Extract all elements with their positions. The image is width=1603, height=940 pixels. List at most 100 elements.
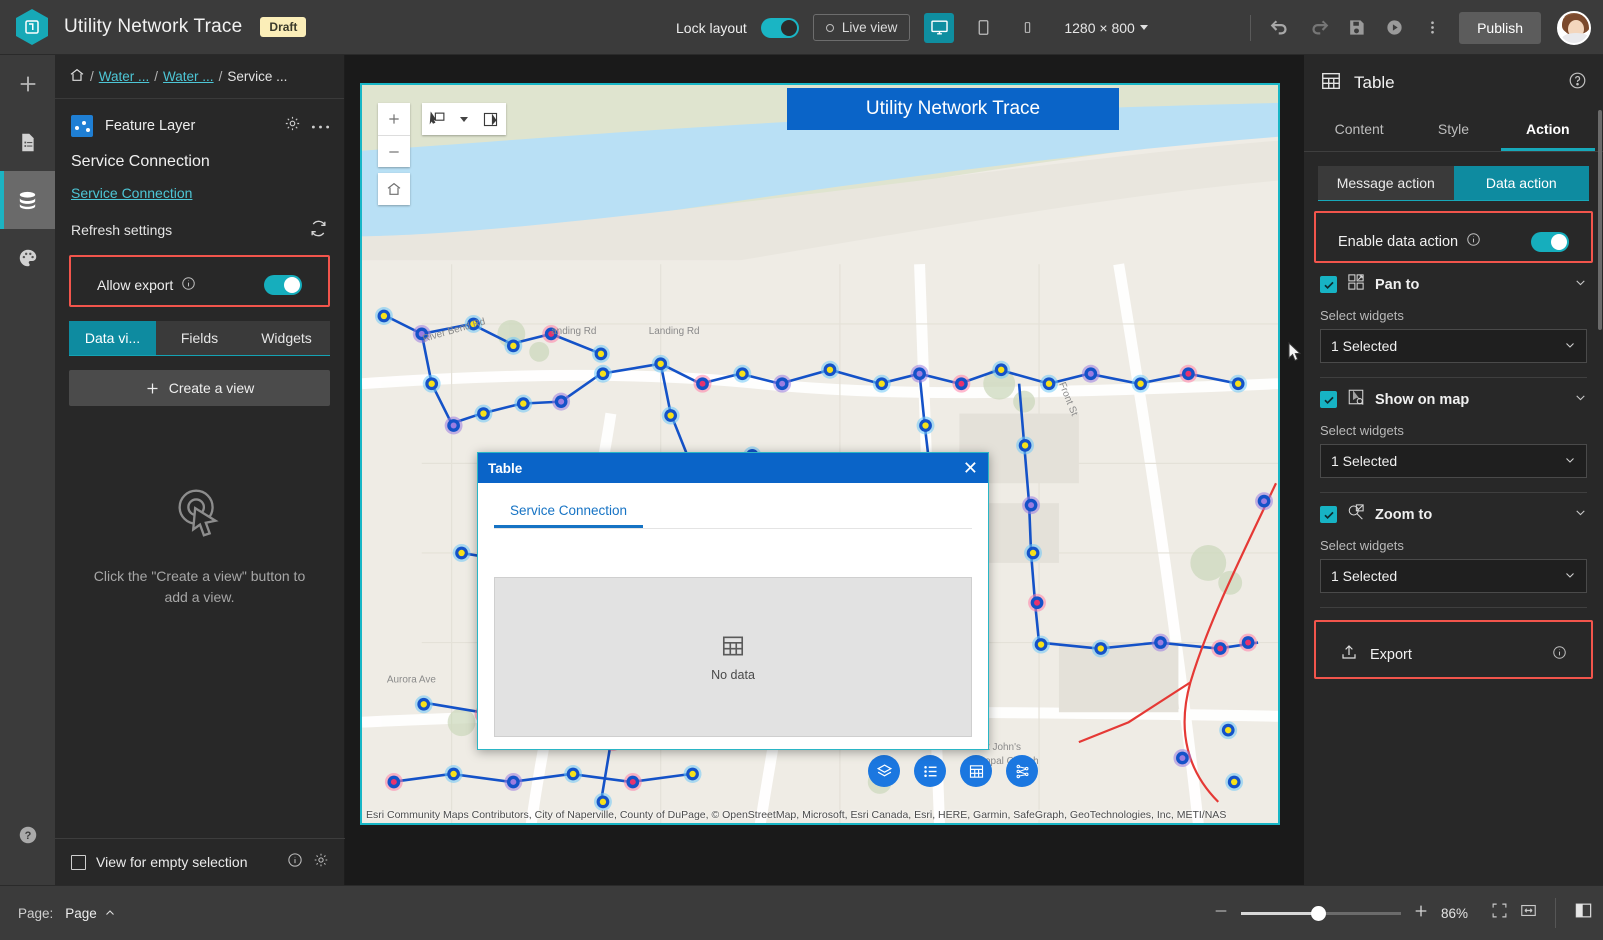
breadcrumb-item-1[interactable]: Water ... (163, 69, 214, 84)
gear-icon[interactable] (284, 115, 301, 137)
resolution-select[interactable]: 1280 × 800 (1064, 20, 1147, 36)
data-rail-item[interactable] (0, 171, 55, 229)
info-icon[interactable] (1552, 645, 1567, 665)
table-icon (1320, 70, 1342, 97)
show-on-map-label: Show on map (1375, 392, 1469, 408)
map-trace-button[interactable] (1006, 755, 1038, 787)
chevron-down-icon[interactable] (1574, 506, 1587, 524)
pan-to-checkbox[interactable] (1320, 276, 1337, 293)
map-home-button[interactable] (378, 173, 410, 205)
export-action-label: Export (1370, 647, 1540, 663)
mobile-view-button[interactable] (1012, 13, 1042, 43)
export-action-button[interactable]: Export (1328, 632, 1579, 677)
fit-width-icon[interactable] (1520, 902, 1537, 924)
table-tab-service-connection[interactable]: Service Connection (494, 495, 643, 528)
select-polygon-icon[interactable] (475, 103, 506, 135)
preview-button[interactable] (1377, 11, 1411, 45)
table-dialog: Table ✕ Service Connection No data (477, 452, 989, 750)
tab-widgets[interactable]: Widgets (243, 321, 330, 355)
pan-to-widgets-select[interactable]: 1 Selected (1320, 329, 1587, 363)
enable-data-action-toggle[interactable] (1531, 232, 1569, 252)
show-on-map-widgets-value: 1 Selected (1331, 453, 1564, 469)
info-icon[interactable] (181, 276, 196, 294)
publish-button[interactable]: Publish (1459, 12, 1541, 44)
zoom-out-button[interactable] (1213, 903, 1229, 924)
zoom-to-checkbox[interactable] (1320, 506, 1337, 523)
segment-message-action[interactable]: Message action (1318, 166, 1454, 200)
show-on-map-widgets-select[interactable]: 1 Selected (1320, 444, 1587, 478)
tablet-view-button[interactable] (968, 13, 998, 43)
enable-data-action-label: Enable data action (1338, 234, 1458, 250)
breadcrumb-item-0[interactable]: Water ... (99, 69, 150, 84)
zoom-slider[interactable] (1241, 912, 1401, 915)
save-button[interactable] (1339, 11, 1373, 45)
avatar[interactable] (1557, 11, 1591, 45)
table-no-data-area: No data (494, 577, 972, 737)
table-dialog-body: Service Connection No data (478, 483, 988, 749)
tab-data-view[interactable]: Data vi... (69, 321, 156, 355)
svg-text:anding Rd: anding Rd (551, 326, 596, 337)
lock-layout-toggle[interactable] (761, 18, 799, 38)
zoom-to-widgets-select[interactable]: 1 Selected (1320, 559, 1587, 593)
right-panel-scrollbar[interactable] (1597, 110, 1603, 940)
layer-link[interactable]: Service Connection (71, 185, 192, 201)
zoom-in-button[interactable] (1413, 903, 1429, 924)
desktop-view-button[interactable] (924, 13, 954, 43)
page-rail-item[interactable] (0, 113, 55, 171)
chevron-down-icon[interactable] (1574, 391, 1587, 409)
help-circle-icon[interactable] (1568, 71, 1587, 95)
bottom-status-bar: Page: Page 86% (0, 885, 1603, 940)
map-zoom-out-button[interactable] (378, 135, 410, 167)
bottom-bar-right-group: 86% (1213, 898, 1603, 928)
info-icon[interactable] (1466, 232, 1481, 252)
map-layers-button[interactable] (868, 755, 900, 787)
allow-export-highlight: Allow export (69, 255, 330, 307)
bottom-bar-divider (1555, 898, 1556, 928)
zoom-to-select-label: Select widgets (1320, 538, 1587, 553)
page-selector[interactable]: Page (65, 906, 116, 921)
zoom-level-value: 86% (1441, 906, 1479, 921)
table-dialog-header: Table ✕ (478, 453, 988, 483)
table-icon (720, 633, 746, 659)
left-icon-rail: ? (0, 55, 55, 885)
fit-screen-icon[interactable] (1491, 902, 1508, 924)
undo-button[interactable] (1263, 11, 1297, 45)
home-icon[interactable] (69, 67, 85, 86)
map-table-button[interactable] (960, 755, 992, 787)
redo-button[interactable] (1301, 11, 1335, 45)
refresh-icon[interactable] (309, 219, 328, 241)
pan-to-label: Pan to (1375, 277, 1419, 293)
chevron-down-icon[interactable] (1574, 276, 1587, 294)
more-horizontal-icon[interactable] (311, 117, 330, 135)
info-icon[interactable] (287, 852, 303, 873)
map-widget[interactable]: River Bend Rd Landing Rd anding Rd Auror… (360, 83, 1280, 825)
gear-icon[interactable] (313, 852, 329, 873)
tab-style[interactable]: Style (1406, 111, 1500, 151)
map-zoom-in-button[interactable] (378, 103, 410, 135)
map-zoom-controls (378, 103, 410, 167)
live-view-button[interactable]: Live view (813, 14, 911, 41)
right-settings-panel: Table Content Style Action Message actio… (1303, 55, 1603, 885)
tab-action[interactable]: Action (1501, 111, 1595, 151)
tab-content[interactable]: Content (1312, 111, 1406, 151)
segment-data-action[interactable]: Data action (1454, 166, 1590, 200)
select-rect-icon[interactable] (422, 103, 453, 135)
chevron-down-icon[interactable] (453, 103, 475, 135)
more-options-button[interactable] (1415, 11, 1449, 45)
zoom-to-label: Zoom to (1375, 507, 1432, 523)
help-rail-button[interactable]: ? (0, 813, 55, 857)
svg-text:?: ? (24, 830, 31, 842)
panel-toggle-icon[interactable] (1574, 901, 1593, 925)
tab-fields[interactable]: Fields (156, 321, 243, 355)
close-icon[interactable]: ✕ (963, 459, 978, 477)
view-for-empty-selection-checkbox[interactable] (71, 855, 86, 870)
enable-data-action-row: Enable data action (1328, 223, 1579, 261)
allow-export-toggle[interactable] (264, 275, 302, 295)
create-view-button[interactable]: Create a view (69, 370, 330, 406)
add-widget-rail-item[interactable] (0, 55, 55, 113)
breadcrumb-separator: / (90, 69, 94, 84)
theme-rail-item[interactable] (0, 229, 55, 287)
map-attribution: Esri Community Maps Contributors, City o… (362, 807, 1278, 823)
map-legend-button[interactable] (914, 755, 946, 787)
show-on-map-checkbox[interactable] (1320, 391, 1337, 408)
